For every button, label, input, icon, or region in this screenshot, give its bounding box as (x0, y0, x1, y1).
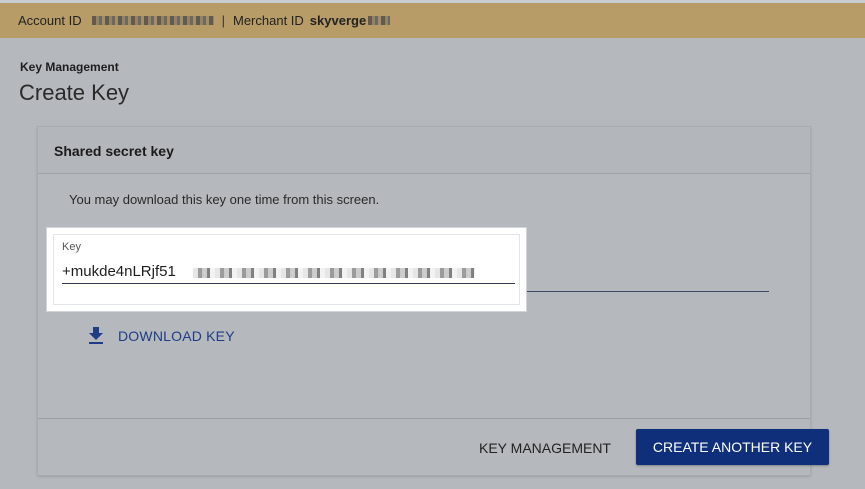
key-value-redacted (193, 268, 475, 278)
card-header: Shared secret key (38, 127, 810, 174)
card-title: Shared secret key (54, 143, 174, 159)
breadcrumb[interactable]: Key Management (20, 60, 119, 74)
account-id-label: Account ID (18, 13, 82, 28)
shared-secret-key-card: Shared secret key You may download this … (38, 127, 829, 475)
header-separator: | (221, 13, 225, 28)
merchant-id-value: skyverge (309, 13, 367, 28)
create-another-key-button[interactable]: CREATE ANOTHER KEY (636, 429, 829, 465)
merchant-id-value-redacted (368, 16, 391, 25)
account-id-value-redacted (91, 16, 214, 25)
key-field-underline (527, 291, 769, 292)
download-key-label: DOWNLOAD KEY (118, 327, 235, 344)
download-notice: You may download this key one time from … (69, 192, 380, 207)
download-key-button[interactable]: DOWNLOAD KEY (88, 327, 235, 344)
merchant-id-label: Merchant ID (232, 13, 304, 28)
key-field-highlight: Key (46, 227, 527, 312)
key-management-button[interactable]: KEY MANAGEMENT (479, 433, 611, 463)
download-icon (89, 327, 103, 344)
account-header-bar: Account ID | Merchant ID skyverge (0, 0, 865, 38)
key-field-label: Key (62, 241, 81, 253)
card-footer: KEY MANAGEMENT CREATE ANOTHER KEY (38, 418, 829, 475)
page-title: Create Key (19, 80, 130, 105)
